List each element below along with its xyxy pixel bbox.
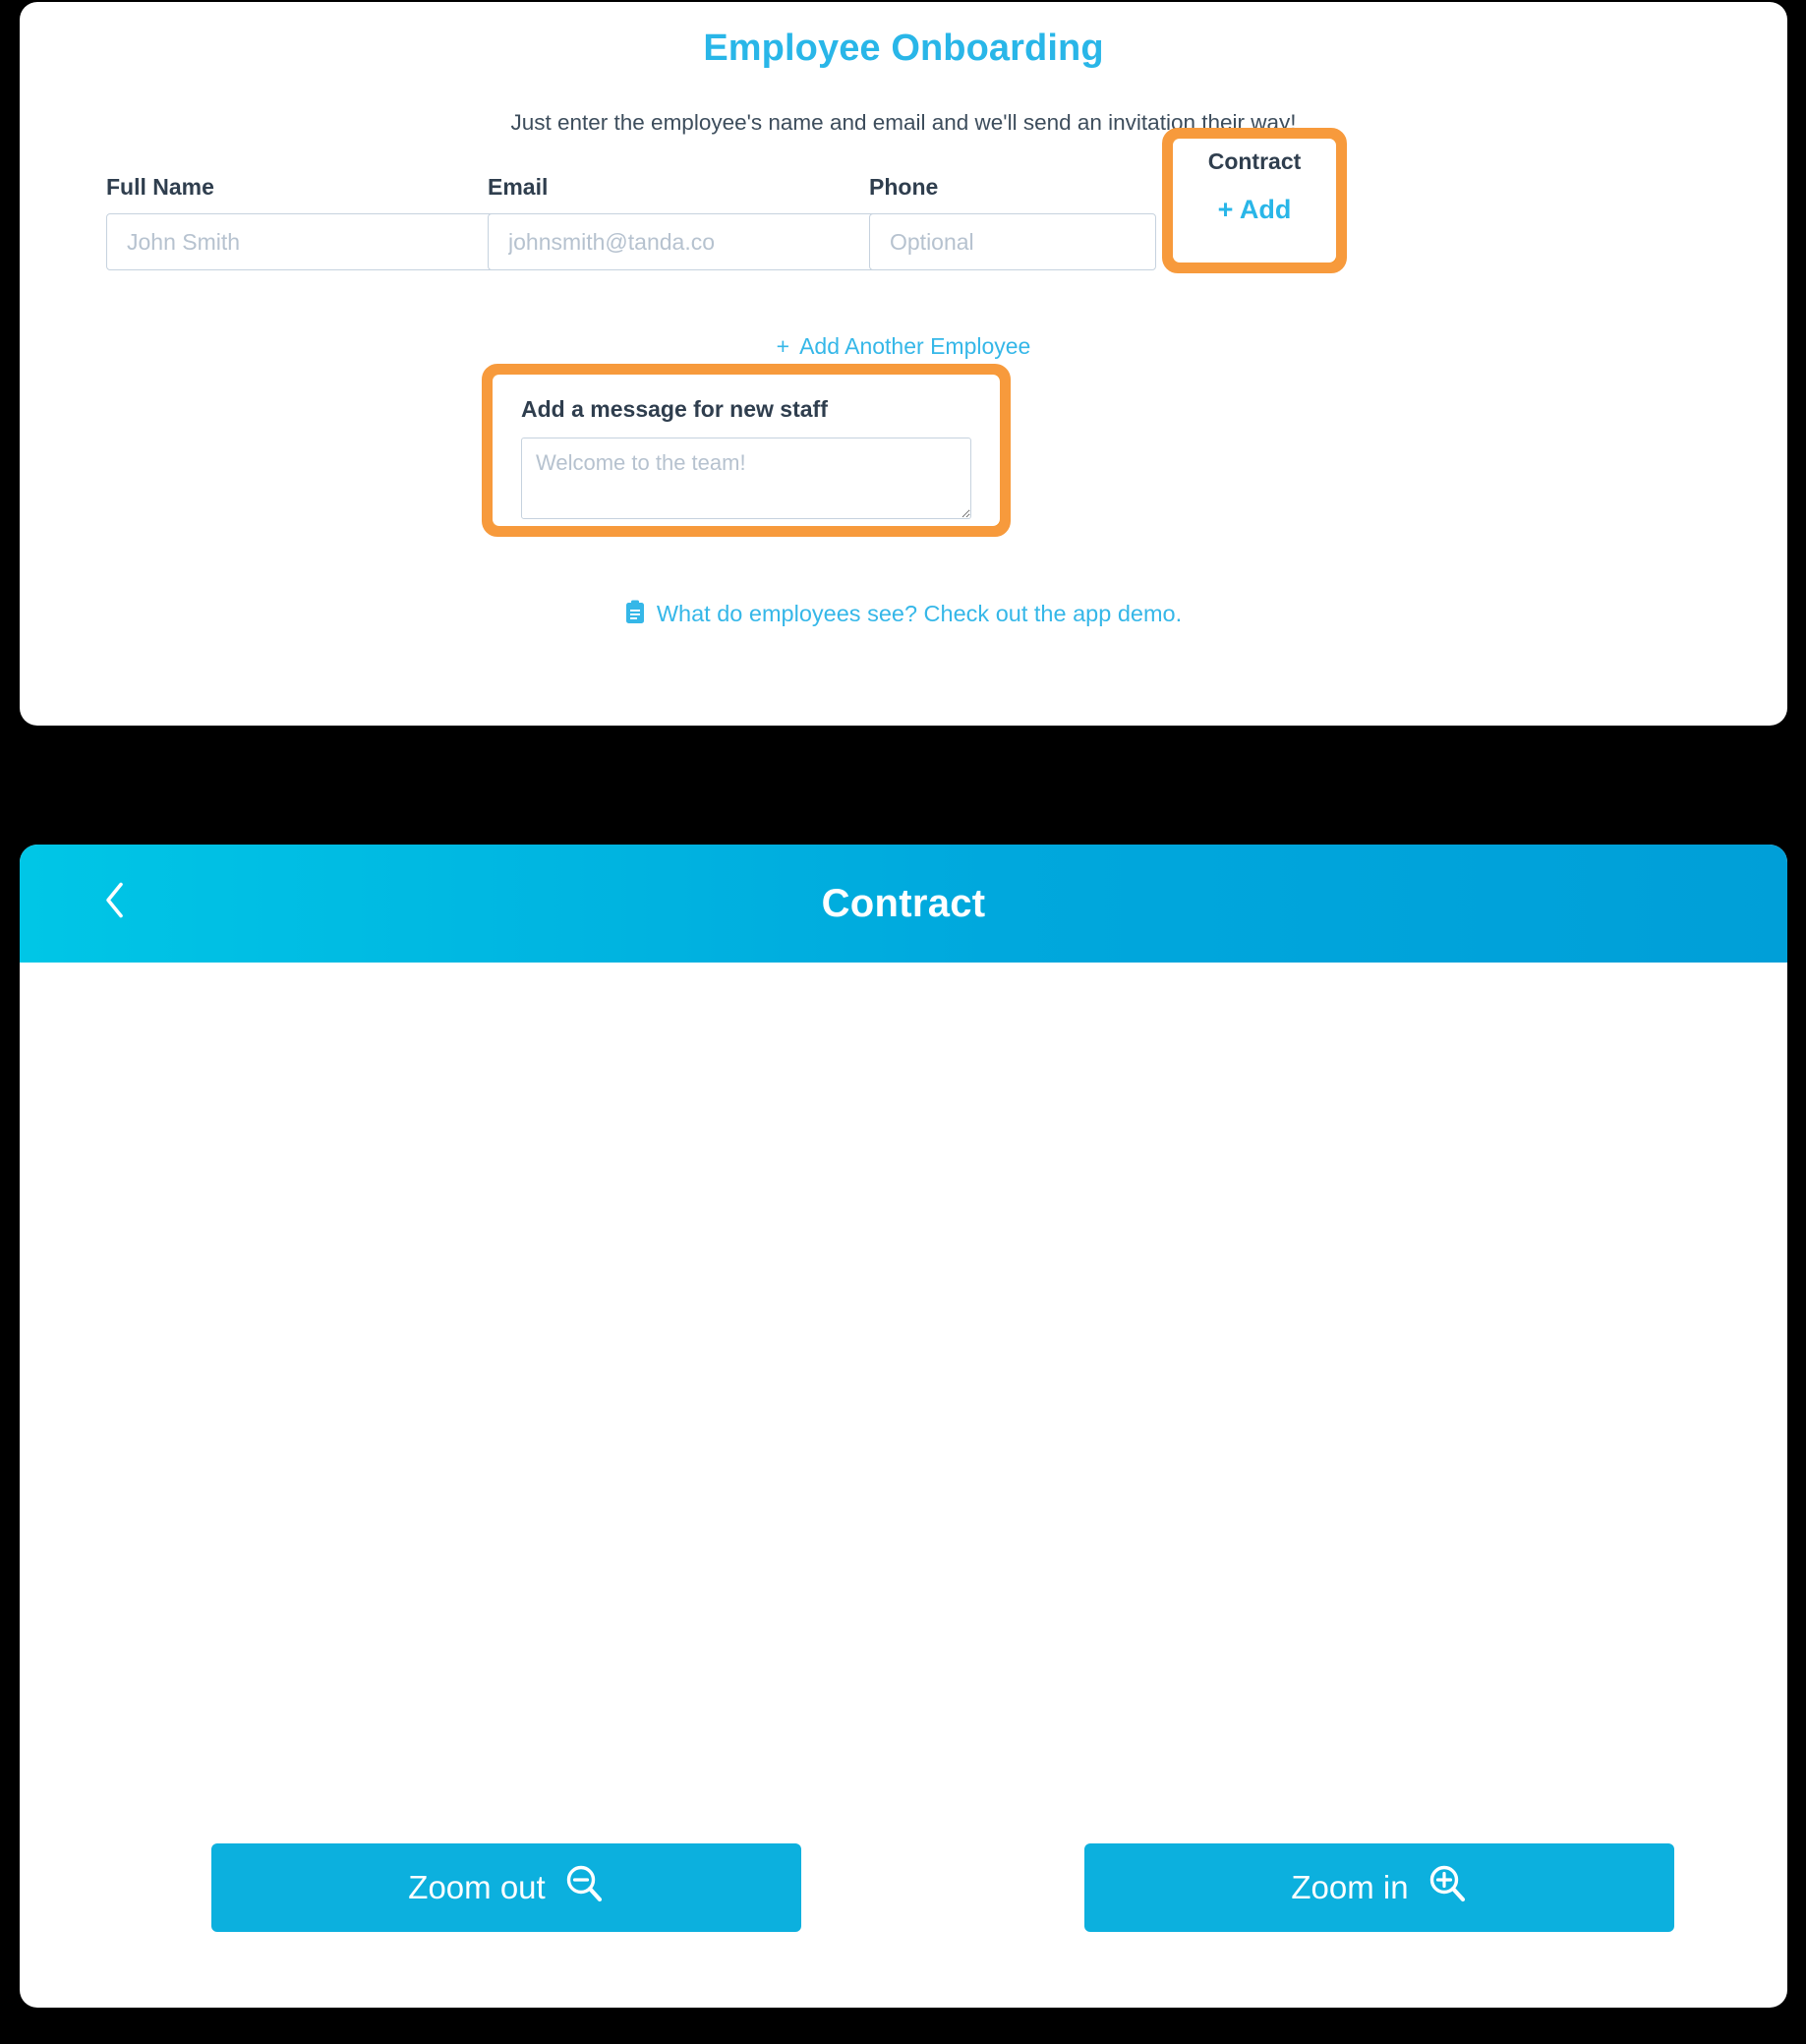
magnifier-minus-icon [563,1863,605,1912]
add-another-employee-link[interactable]: + Add Another Employee [20,333,1787,360]
phone-label: Phone [869,174,939,200]
clipboard-icon [625,600,645,630]
add-contract-button[interactable]: + Add [1218,195,1292,225]
add-another-employee-label: Add Another Employee [799,333,1031,359]
zoom-in-button[interactable]: Zoom in [1084,1843,1674,1932]
new-staff-message-textarea[interactable] [521,438,971,519]
phone-input[interactable] [869,213,1156,270]
page-subtitle: Just enter the employee's name and email… [510,110,1297,135]
page-title: Employee Onboarding [703,28,1104,69]
employee-onboarding-card: Employee Onboarding Just enter the emplo… [20,2,1787,726]
contract-topbar: Contract [20,845,1787,963]
zoom-out-label: Zoom out [408,1869,546,1905]
employee-form-row: Full Name Email Phone Contract + Add [106,128,1699,292]
plus-icon: + [776,333,790,359]
zoom-in-label: Zoom in [1291,1869,1409,1905]
new-staff-message-title: Add a message for new staff [521,396,828,422]
contract-field-group: Contract + Add [1173,139,1336,263]
contract-screen-title: Contract [821,881,986,925]
phone-field-group: Phone [869,174,1156,270]
magnifier-plus-icon [1427,1863,1468,1912]
new-staff-message-box: Add a message for new staff [493,375,1000,526]
zoom-out-button[interactable]: Zoom out [211,1843,801,1932]
chevron-left-icon[interactable] [103,881,125,927]
contract-label: Contract [1207,148,1302,174]
contract-screen-card: Contract Zoom out Zoom in B [20,845,1787,2008]
app-demo-link[interactable]: What do employees see? Check out the app… [20,600,1787,630]
app-demo-link-label: What do employees see? Check out the app… [656,601,1183,626]
